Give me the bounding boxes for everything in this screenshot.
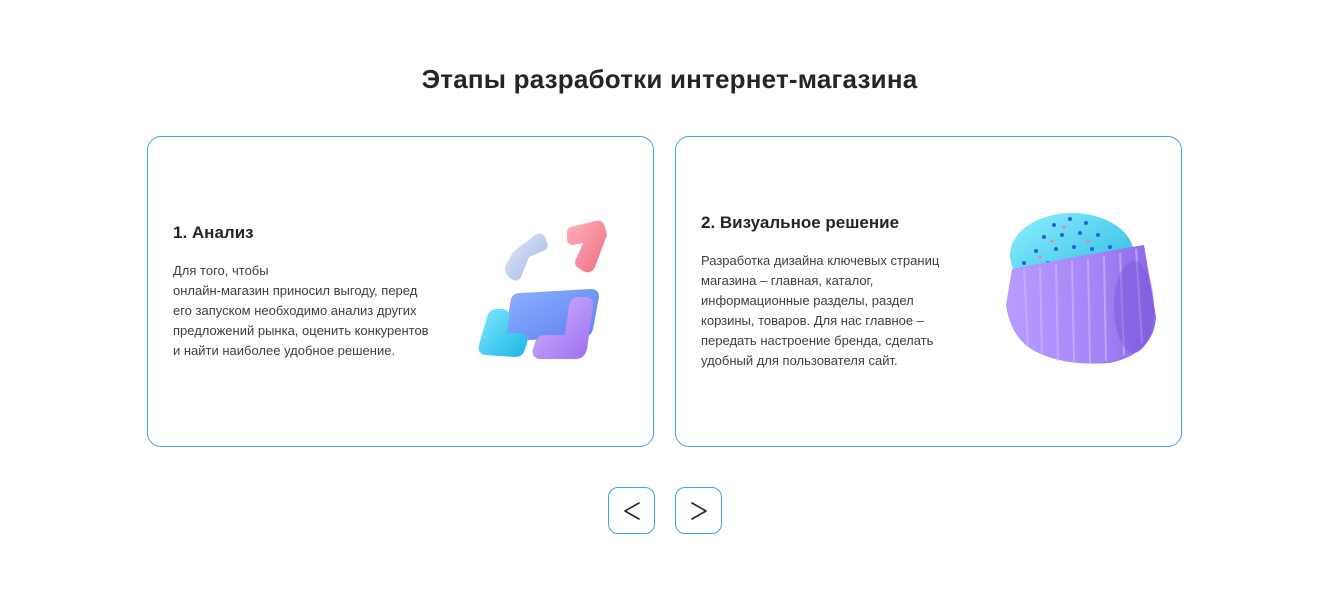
- card-text: 2. Визуальное решение Разработка дизайна…: [701, 213, 1001, 371]
- card-description: Разработка дизайна ключевых страниц мага…: [701, 253, 940, 368]
- card-description: Для того, чтобы онлайн-магазин приносил …: [173, 263, 429, 358]
- section-title: Этапы разработки интернет-магазина: [421, 64, 918, 94]
- card-text: 1. Анализ Для того, чтобы онлайн-магазин…: [173, 223, 473, 361]
- chevron-left-icon: [623, 501, 640, 520]
- carousel-prev-button[interactable]: [608, 487, 655, 534]
- carousel-next-button[interactable]: [675, 487, 722, 534]
- stage-card-analysis: 1. Анализ Для того, чтобы онлайн-магазин…: [147, 136, 654, 447]
- chevron-right-icon: [690, 501, 707, 520]
- stages-section: Этапы разработки интернет-магазина 1. Ан…: [0, 0, 1339, 611]
- card-title: 1. Анализ: [173, 223, 254, 242]
- abstract-shapes-illustration: [473, 217, 633, 367]
- card-title: 2. Визуальное решение: [701, 213, 900, 232]
- stage-card-visual: 2. Визуальное решение Разработка дизайна…: [675, 136, 1182, 447]
- cupcake-illustration: [994, 207, 1164, 372]
